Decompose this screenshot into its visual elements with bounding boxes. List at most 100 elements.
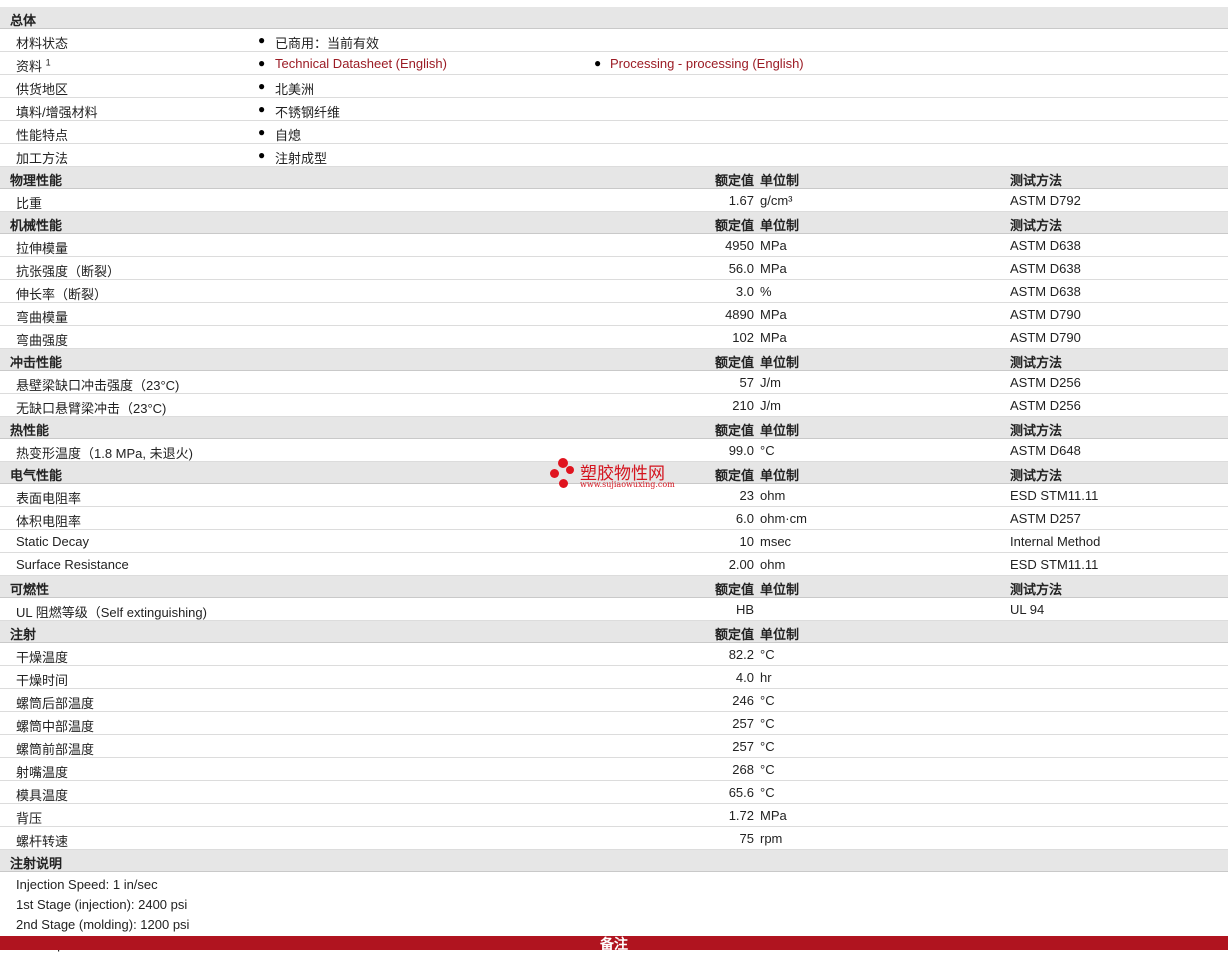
section-title: 可燃性 — [10, 582, 50, 597]
row-label: 比重 — [16, 196, 43, 211]
row-method: Internal Method — [1010, 534, 1101, 549]
col-header-unit: 单位制 — [760, 468, 800, 483]
table-row: 悬壁梁缺口冲击强度（23°C) 57 J/m ASTM D256 — [0, 371, 1228, 394]
row-value: 4.0 — [735, 670, 754, 685]
col-header-method: 测试方法 — [1010, 173, 1063, 188]
section-title: 热性能 — [10, 423, 50, 438]
col-header-unit: 单位制 — [760, 627, 800, 642]
row-method: ESD STM11.11 — [1010, 557, 1099, 572]
logo-dot — [566, 466, 574, 474]
bullet-dot-icon: ● — [258, 79, 266, 93]
row-label: 干燥时间 — [16, 673, 69, 688]
row-value: 57 — [739, 375, 754, 390]
col-header-value: 额定值 — [714, 218, 754, 233]
col-header-method: 测试方法 — [1010, 468, 1063, 483]
footnote-marker: 1 — [45, 57, 51, 68]
row-unit: °C — [760, 716, 775, 731]
table-row: 螺筒前部温度 257 °C — [0, 735, 1228, 758]
row-value: 56.0 — [728, 261, 754, 276]
general-row: 填料/增强材料 ● 不锈钢纤维 — [0, 98, 1228, 121]
table-row: 无缺口悬臂梁冲击（23°C) 210 J/m ASTM D256 — [0, 394, 1228, 417]
row-label: 资料 1 — [16, 56, 51, 75]
row-method: ASTM D256 — [1010, 375, 1081, 390]
row-unit: msec — [760, 534, 792, 549]
row-label: 弯曲模量 — [16, 310, 69, 325]
col-header-method: 测试方法 — [1010, 582, 1063, 597]
row-label: 模具温度 — [16, 788, 69, 803]
bullet-dot-icon: ● — [258, 56, 266, 70]
row-method: ASTM D638 — [1010, 284, 1081, 299]
row-value: 102 — [732, 330, 754, 345]
row-unit: MPa — [760, 261, 787, 276]
row-unit: °C — [760, 785, 775, 800]
table-row: 干燥时间 4.0 hr — [0, 666, 1228, 689]
section-header: 冲击性能 额定值 单位制 测试方法 — [0, 349, 1228, 371]
row-value: 23 — [739, 488, 754, 503]
row-unit: °C — [760, 762, 775, 777]
bullet-dot-icon: ● — [258, 125, 266, 139]
table-row: Surface Resistance 2.00 ohm ESD STM11.11 — [0, 553, 1228, 576]
row-method: ASTM D790 — [1010, 307, 1081, 322]
col-header-unit: 单位制 — [760, 423, 800, 438]
section-title: 注射 — [10, 627, 37, 642]
section-header: 注射 额定值 单位制 — [0, 621, 1228, 643]
table-row: 弯曲强度 102 MPa ASTM D790 — [0, 326, 1228, 349]
property-sections: 物理性能 额定值 单位制 测试方法 比重 1.67 g/cm³ ASTM D792 机械性能 额定… — [0, 167, 1228, 850]
row-label: 供货地区 — [16, 82, 69, 97]
note-line: 1st Stage (injection): 2400 psi — [16, 897, 188, 912]
section-header: 物理性能 额定值 单位制 测试方法 — [0, 167, 1228, 189]
table-row: 伸长率（断裂） 3.0% ASTM D638 — [0, 280, 1228, 303]
section-title: 注射说明 — [10, 856, 63, 871]
row-unit: °C — [760, 739, 775, 754]
logo-dot — [559, 479, 568, 488]
table-row: 螺筒中部温度 257 °C — [0, 712, 1228, 735]
row-unit: % — [760, 284, 772, 299]
general-row: 性能特点 ● 自熄 — [0, 121, 1228, 144]
table-row: 螺杆转速 75 rpm — [0, 827, 1228, 850]
watermark-logo: 塑胶物性网 www.sujiaowuxing.com — [550, 456, 690, 492]
row-value: 6.0 — [735, 511, 754, 526]
row-label: 无缺口悬臂梁冲击（23°C) — [16, 401, 167, 416]
row-value: 75 — [739, 831, 754, 846]
col-header-value: 额定值 — [714, 173, 754, 188]
row-value: 不锈钢纤维 — [275, 105, 341, 120]
row-label: 加工方法 — [16, 151, 69, 166]
col-header-method: 测试方法 — [1010, 423, 1063, 438]
row-value: 已商用：当前有效 — [275, 36, 380, 51]
row-unit: MPa — [760, 238, 787, 253]
row-label: 螺筒后部温度 — [16, 696, 95, 711]
section-title: 电气性能 — [10, 468, 63, 483]
row-value: 注射成型 — [275, 151, 328, 166]
col-header-unit: 单位制 — [760, 173, 800, 188]
row-method: ASTM D638 — [1010, 261, 1081, 276]
row-label: 螺筒中部温度 — [16, 719, 95, 734]
row-value: 268 — [732, 762, 754, 777]
row-value: 99.0 — [728, 443, 754, 458]
row-unit: J/m — [760, 375, 781, 390]
row-label: 拉伸模量 — [16, 241, 69, 256]
section-header: 机械性能 额定值 单位制 测试方法 — [0, 212, 1228, 234]
note-line: Injection Speed: 1 in/sec — [16, 877, 158, 892]
general-row: 加工方法 ● 注射成型 — [0, 144, 1228, 167]
row-value: 1.72 — [728, 808, 754, 823]
row-unit: MPa — [760, 330, 787, 345]
row-label: 性能特点 — [16, 128, 69, 143]
technical-datasheet-link[interactable]: Technical Datasheet (English) — [275, 56, 447, 71]
row-value: 10 — [739, 534, 754, 549]
col-header-value: 额定值 — [714, 627, 754, 642]
table-row: 背压 1.72 MPa — [0, 804, 1228, 827]
processing-link[interactable]: Processing - processing (English) — [610, 56, 804, 71]
row-label: 材料状态 — [16, 36, 69, 51]
row-value: HB — [735, 602, 754, 617]
table-row: Static Decay 10 msec Internal Method — [0, 530, 1228, 553]
row-method: ASTM D638 — [1010, 238, 1081, 253]
row-unit: ohm·cm — [760, 511, 807, 526]
row-label-text: 资料 — [16, 59, 43, 74]
row-unit: hr — [760, 670, 772, 685]
watermark-url: www.sujiaowuxing.com — [580, 480, 675, 489]
row-label: UL 阻燃等级（Self extinguishing) — [16, 605, 207, 620]
row-unit: ohm — [760, 557, 786, 572]
row-value: 4950 — [725, 238, 754, 253]
row-value: 210 — [732, 398, 754, 413]
row-value: 82.2 — [728, 647, 754, 662]
